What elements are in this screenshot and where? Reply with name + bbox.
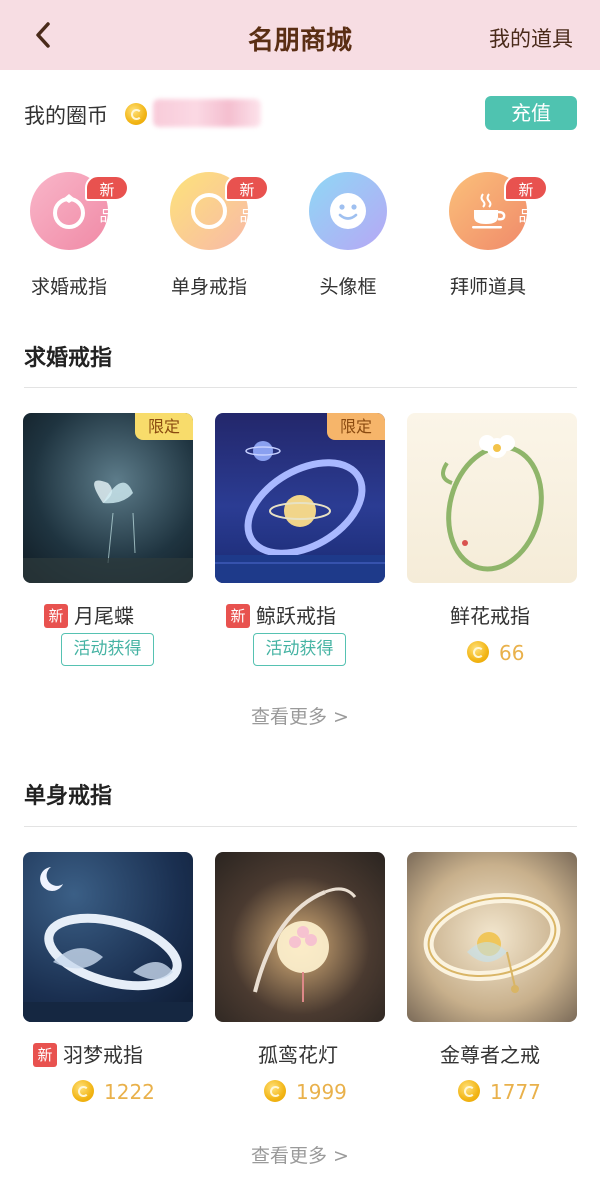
coin-balance-label: 我的圈币 <box>24 104 108 128</box>
section-title-proposal: 求婚戒指 <box>24 346 113 371</box>
category-label: 单身戒指 <box>170 276 247 298</box>
product-name-text: 金尊者之戒 <box>440 1043 540 1067</box>
product-name-text: 羽梦戒指 <box>63 1043 143 1067</box>
view-more-link[interactable]: 查看更多 > <box>0 1141 600 1168</box>
product-price: 1222 <box>72 1080 155 1104</box>
divider <box>24 826 577 827</box>
coin-icon <box>125 103 147 125</box>
golden-ring-image <box>423 892 561 993</box>
view-more-link[interactable]: 查看更多 > <box>0 702 600 729</box>
activity-acquire-button[interactable]: 活动获得 <box>61 633 154 666</box>
coin-icon <box>458 1080 480 1102</box>
product-name: 新月尾蝶 <box>44 600 134 629</box>
section-title-single: 单身戒指 <box>24 784 113 809</box>
coin-balance-redacted <box>153 99 261 127</box>
category-single-ring[interactable]: 新品 单身戒指 <box>149 172 269 302</box>
coin-icon <box>264 1080 286 1102</box>
category-label: 求婚戒指 <box>30 276 107 298</box>
new-badge: 新 <box>33 1043 57 1067</box>
limited-tag: 限定 <box>327 413 385 440</box>
activity-acquire-button[interactable]: 活动获得 <box>253 633 346 666</box>
product-card-golden-ring[interactable] <box>407 852 577 1022</box>
product-name: 新羽梦戒指 <box>33 1039 143 1068</box>
product-card-feather-dream[interactable] <box>23 852 193 1022</box>
product-card-lantern[interactable] <box>215 852 385 1022</box>
new-item-badge: 新品 <box>225 175 269 225</box>
coin-icon <box>72 1080 94 1102</box>
product-name-text: 鲜花戒指 <box>450 604 530 628</box>
product-name-text: 鲸跃戒指 <box>256 604 336 628</box>
flower-ring-image <box>441 435 544 572</box>
recharge-button[interactable]: 充值 <box>485 96 577 130</box>
product-price: 1999 <box>264 1080 347 1104</box>
feather-dream-ring-image <box>23 867 193 1022</box>
new-item-badge: 新品 <box>85 175 129 225</box>
new-badge: 新 <box>226 604 250 628</box>
divider <box>24 387 577 388</box>
product-name-text: 月尾蝶 <box>74 604 134 628</box>
new-badge: 新 <box>44 604 68 628</box>
lantern-ring-image <box>253 887 357 1002</box>
category-label: 拜师道具 <box>449 276 526 298</box>
product-price: 1777 <box>458 1080 541 1104</box>
new-item-badge: 新品 <box>504 175 548 225</box>
product-name-text: 孤鸾花灯 <box>258 1043 338 1067</box>
category-label: 头像框 <box>319 276 377 298</box>
top-bar: 名朋商城 我的道具 <box>0 0 600 70</box>
coin-icon <box>467 641 489 663</box>
category-proposal-ring[interactable]: 新品 求婚戒指 <box>9 172 129 302</box>
product-card-moon-butterfly[interactable]: 限定 <box>23 413 193 583</box>
price-value: 1222 <box>104 1080 155 1104</box>
category-avatar-frame[interactable]: 头像框 <box>288 172 408 302</box>
smile-icon <box>309 172 387 250</box>
product-card-whale-leap[interactable]: 限定 <box>215 413 385 583</box>
category-mentor-items[interactable]: 新品 拜师道具 <box>428 172 548 302</box>
my-items-link[interactable]: 我的道具 <box>489 23 573 53</box>
product-name: 新鲸跃戒指 <box>226 600 336 629</box>
price-value: 66 <box>499 641 525 665</box>
product-price: 66 <box>467 641 524 665</box>
price-value: 1999 <box>296 1080 347 1104</box>
coin-balance-row: 我的圈币 充值 <box>0 92 600 134</box>
product-card-flower-ring[interactable] <box>407 413 577 583</box>
price-value: 1777 <box>490 1080 541 1104</box>
limited-tag: 限定 <box>135 413 193 440</box>
